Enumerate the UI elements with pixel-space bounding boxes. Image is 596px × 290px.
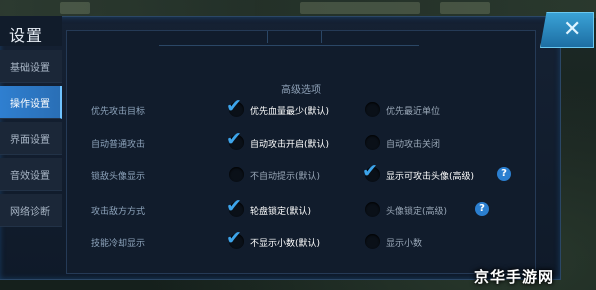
settings-content: 高级选项 优先攻击目标 ✔ 优先血量最少(默认) 优先最近单位自动普通攻击 ✔ 自动攻击开…: [66, 30, 536, 274]
option-label: 优先血量最少(默认): [250, 107, 330, 117]
sidebar-item-basic[interactable]: 基础设置: [0, 50, 62, 83]
radio-button[interactable]: [365, 202, 380, 217]
setting-row: 技能冷却显示 ✔ 不显示小数(默认) 显示小数: [67, 227, 535, 253]
sidebar-item-label: 操作设置: [10, 98, 50, 110]
checkmark-icon: ✔: [226, 195, 242, 217]
section-title: 高级选项: [281, 85, 321, 96]
option-label: 不自动提示(默认): [250, 172, 321, 182]
sidebar-item-controls[interactable]: 操作设置: [0, 86, 62, 119]
option-label: 显示小数: [386, 239, 423, 249]
divider-segment: [159, 31, 268, 43]
setting-label: 优先攻击目标: [91, 107, 146, 117]
setting-label: 自动普通攻击: [91, 140, 146, 150]
option-label: 优先最近单位: [386, 107, 441, 117]
close-button[interactable]: ✕: [540, 12, 594, 48]
checkmark-icon: ✔: [226, 128, 242, 150]
radio-button[interactable]: [365, 102, 380, 117]
setting-row: 优先攻击目标 ✔ 优先血量最少(默认) 优先最近单位: [67, 95, 535, 121]
sidebar-item-label: 音效设置: [10, 170, 50, 182]
help-icon[interactable]: ?: [497, 167, 511, 181]
setting-row: 锁敌头像显示 不自动提示(默认) ✔ 显示可攻击头像(高级)?: [67, 160, 535, 186]
option-label: 轮盘锁定(默认): [250, 207, 312, 217]
setting-label: 锁敌头像显示: [91, 172, 146, 182]
content-top-divider: [159, 31, 419, 46]
sidebar-item-label: 界面设置: [10, 134, 50, 146]
sidebar: 基础设置 操作设置 界面设置 音效设置 网络诊断: [0, 50, 62, 230]
divider-segment: [267, 31, 322, 43]
sidebar-item-interface[interactable]: 界面设置: [0, 122, 62, 155]
checkmark-icon: ✔: [226, 227, 242, 249]
radio-button[interactable]: [365, 135, 380, 150]
setting-row: 攻击敌方方式 ✔ 轮盘锁定(默认) 头像锁定(高级)?: [67, 195, 535, 221]
radio-button[interactable]: [365, 234, 380, 249]
close-x-icon: ✕: [563, 17, 582, 42]
sidebar-item-network[interactable]: 网络诊断: [0, 194, 62, 227]
hud-chip: [300, 2, 420, 14]
sidebar-item-sound[interactable]: 音效设置: [0, 158, 62, 191]
hud-chip: [60, 2, 90, 14]
setting-row: 自动普通攻击 ✔ 自动攻击开启(默认) 自动攻击关闭: [67, 128, 535, 154]
checkmark-icon: ✔: [226, 95, 242, 117]
setting-label: 技能冷却显示: [91, 239, 146, 249]
watermark: 京华手游网: [474, 268, 555, 286]
sidebar-item-label: 网络诊断: [10, 206, 50, 218]
option-label: 头像锁定(高级): [386, 207, 448, 217]
option-label: 显示可攻击头像(高级): [386, 172, 475, 182]
option-label: 不显示小数(默认): [250, 239, 321, 249]
help-icon[interactable]: ?: [475, 202, 489, 216]
setting-label: 攻击敌方方式: [91, 207, 146, 217]
hud-chip: [440, 2, 490, 14]
checkmark-icon: ✔: [362, 160, 378, 182]
sidebar-item-label: 基础设置: [10, 62, 50, 74]
radio-button[interactable]: [229, 167, 244, 182]
option-label: 自动攻击开启(默认): [250, 140, 330, 150]
option-label: 自动攻击关闭: [386, 140, 441, 150]
page-title: 设置: [9, 26, 44, 45]
